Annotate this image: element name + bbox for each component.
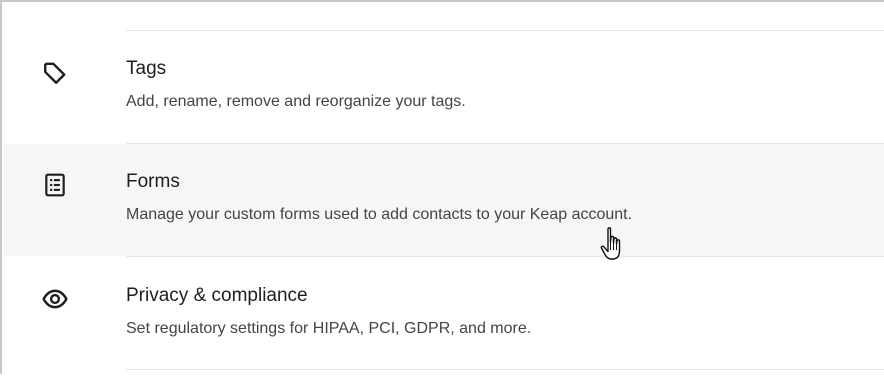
settings-item-title: Privacy & compliance: [126, 285, 308, 306]
settings-item-description: Add, rename, remove and reorganize your …: [126, 93, 466, 110]
hand-pointer-icon: [599, 226, 629, 264]
settings-item-tags[interactable]: Tags Add, rename, remove and reorganize …: [4, 31, 884, 143]
settings-item-title: Forms: [126, 171, 180, 192]
settings-list: Tags Add, rename, remove and reorganize …: [4, 4, 884, 376]
tag-icon: [42, 60, 68, 86]
eye-icon: [42, 286, 68, 312]
settings-item-forms[interactable]: Forms Manage your custom forms used to a…: [4, 144, 884, 256]
divider: [126, 369, 884, 370]
form-document-icon: [42, 172, 68, 198]
settings-item-description: Manage your custom forms used to add con…: [126, 206, 633, 223]
settings-item-title: Tags: [126, 58, 167, 79]
settings-item-privacy-compliance[interactable]: Privacy & compliance Set regulatory sett…: [4, 257, 884, 369]
settings-item-description: Set regulatory settings for HIPAA, PCI, …: [126, 320, 532, 337]
settings-panel-frame: Tags Add, rename, remove and reorganize …: [0, 0, 884, 374]
